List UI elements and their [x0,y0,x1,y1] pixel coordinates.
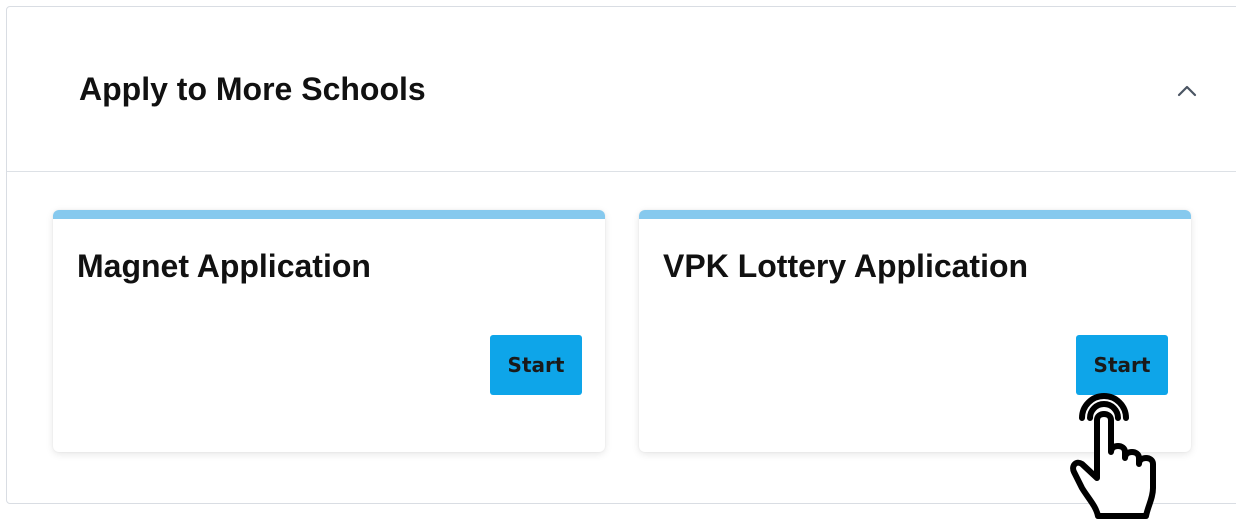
vpk-lottery-application-card: VPK Lottery Application Start [639,210,1191,452]
collapse-toggle-button[interactable] [1173,77,1201,105]
card-accent-bar [639,210,1191,219]
card-accent-bar [53,210,605,219]
magnet-start-button[interactable]: Start [490,335,582,395]
magnet-application-card: Magnet Application Start [53,210,605,452]
panel-header[interactable]: Apply to More Schools [7,7,1236,172]
panel-title: Apply to More Schools [79,71,426,107]
card-title: VPK Lottery Application [663,248,1029,284]
chevron-up-icon [1177,85,1197,97]
vpk-start-button[interactable]: Start [1076,335,1168,395]
card-title: Magnet Application [77,248,371,284]
